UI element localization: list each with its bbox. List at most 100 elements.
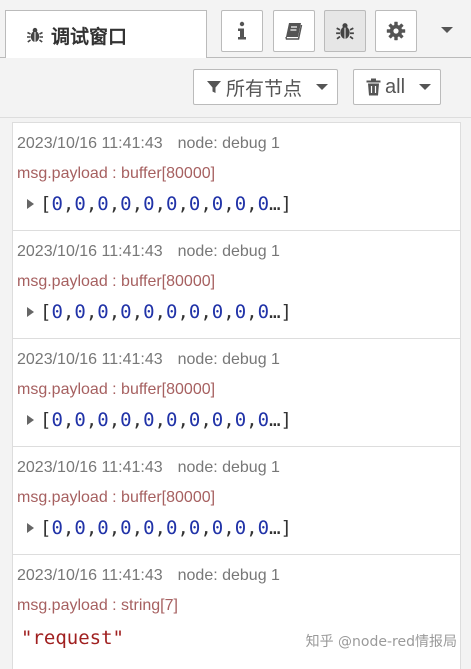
separator: , xyxy=(108,193,121,215)
separator: , xyxy=(108,301,121,323)
buffer-value: 0 xyxy=(165,409,178,431)
separator: , xyxy=(246,301,258,323)
payload-buffer[interactable]: [ 0, 0, 0, 0, 0, 0, 0, 0, 0, 0 … ] xyxy=(27,517,292,539)
message-node-link[interactable]: node: debug 1 xyxy=(178,459,280,476)
config-button[interactable] xyxy=(375,10,417,52)
bracket-open: [ xyxy=(40,193,52,215)
payload-buffer[interactable]: [ 0, 0, 0, 0, 0, 0, 0, 0, 0, 0 … ] xyxy=(27,409,292,431)
filter-icon xyxy=(206,79,222,95)
debug-message: 2023/10/16 11:41:43 node: debug 1 msg.payl… xyxy=(13,231,460,339)
separator: , xyxy=(85,193,98,215)
bracket-close: ] xyxy=(280,409,292,431)
buffer-value: 0 xyxy=(74,409,86,431)
buffer-value: 0 xyxy=(257,517,270,539)
ellipsis: … xyxy=(269,517,281,539)
message-meta: 2023/10/16 11:41:43 node: debug 1 xyxy=(17,135,280,153)
bug-icon xyxy=(335,21,355,41)
clear-label: all xyxy=(385,75,406,98)
separator: , xyxy=(131,193,144,215)
payload-buffer[interactable]: [ 0, 0, 0, 0, 0, 0, 0, 0, 0, 0 … ] xyxy=(27,301,292,323)
trash-icon xyxy=(366,78,381,96)
buffer-value: 0 xyxy=(234,301,247,323)
buffer-value: 0 xyxy=(97,409,109,431)
debug-button[interactable] xyxy=(324,10,366,52)
separator: , xyxy=(223,193,235,215)
tab-debug-label: 调试窗口 xyxy=(51,25,128,48)
tab-debug[interactable]: 调试窗口 xyxy=(5,10,207,59)
buffer-value: 0 xyxy=(211,409,224,431)
ellipsis: … xyxy=(269,301,281,323)
message-node-link[interactable]: node: debug 1 xyxy=(178,135,280,152)
separator: , xyxy=(200,301,212,323)
buffer-value: 0 xyxy=(165,193,178,215)
buffer-value: 0 xyxy=(120,193,132,215)
ellipsis: … xyxy=(269,409,281,431)
chevron-down-icon xyxy=(440,22,454,40)
buffer-value: 0 xyxy=(51,409,63,431)
separator: , xyxy=(223,517,235,539)
chevron-down-icon xyxy=(316,83,329,91)
separator: , xyxy=(223,301,235,323)
message-topic: msg.payload : buffer[80000] xyxy=(17,381,216,398)
buffer-value: 0 xyxy=(74,517,86,539)
message-topic: msg.payload : buffer[80000] xyxy=(17,273,216,290)
message-timestamp: 2023/10/16 11:41:43 xyxy=(17,351,163,368)
filter-dropdown[interactable]: 所有节点 xyxy=(193,69,338,105)
buffer-value: 0 xyxy=(74,193,86,215)
payload-buffer[interactable]: [ 0, 0, 0, 0, 0, 0, 0, 0, 0, 0 … ] xyxy=(27,193,292,215)
separator: , xyxy=(246,517,258,539)
expand-caret-icon[interactable] xyxy=(27,199,34,209)
separator: , xyxy=(154,301,166,323)
buffer-value: 0 xyxy=(97,193,109,215)
message-meta: 2023/10/16 11:41:43 node: debug 1 xyxy=(17,567,280,585)
filter-label: 所有节点 xyxy=(226,77,303,100)
buffer-value: 0 xyxy=(74,301,86,323)
separator: , xyxy=(154,409,166,431)
bracket-close: ] xyxy=(280,301,292,323)
separator: , xyxy=(131,517,144,539)
sidebar-header: 调试窗口 xyxy=(0,0,471,59)
message-topic: msg.payload : buffer[80000] xyxy=(17,489,216,506)
debug-toolbar: 所有节点 all xyxy=(0,58,471,118)
expand-caret-icon[interactable] xyxy=(27,523,34,533)
debug-message-list[interactable]: 2023/10/16 11:41:43 node: debug 1 msg.payl… xyxy=(0,118,471,669)
message-topic: msg.payload : buffer[80000] xyxy=(17,165,216,182)
clear-messages-button[interactable]: all xyxy=(353,69,441,105)
message-node-link[interactable]: node: debug 1 xyxy=(178,351,280,368)
separator: , xyxy=(200,193,212,215)
separator: , xyxy=(200,517,212,539)
buffer-value: 0 xyxy=(165,517,178,539)
sidebar-menu-button[interactable] xyxy=(428,10,466,52)
buffer-value: 0 xyxy=(51,517,63,539)
gear-icon xyxy=(386,21,406,41)
buffer-value: 0 xyxy=(188,517,201,539)
buffer-value: 0 xyxy=(165,301,178,323)
message-container: 2023/10/16 11:41:43 node: debug 1 msg.payl… xyxy=(12,122,461,669)
message-timestamp: 2023/10/16 11:41:43 xyxy=(17,135,163,152)
help-button[interactable] xyxy=(273,10,315,52)
ellipsis: … xyxy=(269,193,281,215)
message-node-link[interactable]: node: debug 1 xyxy=(178,567,280,584)
message-timestamp: 2023/10/16 11:41:43 xyxy=(17,243,163,260)
info-icon xyxy=(235,21,249,41)
buffer-value: 0 xyxy=(143,193,155,215)
separator: , xyxy=(154,517,166,539)
watermark: 知乎 @node-red情报局 xyxy=(305,634,457,650)
expand-caret-icon[interactable] xyxy=(27,307,34,317)
separator: , xyxy=(85,409,98,431)
buffer-value: 0 xyxy=(257,301,270,323)
buffer-value: 0 xyxy=(211,301,224,323)
separator: , xyxy=(246,409,258,431)
buffer-value: 0 xyxy=(211,517,224,539)
separator: , xyxy=(108,517,121,539)
message-meta: 2023/10/16 11:41:43 node: debug 1 xyxy=(17,243,280,261)
message-node-link[interactable]: node: debug 1 xyxy=(178,243,280,260)
buffer-value: 0 xyxy=(97,517,109,539)
expand-caret-icon[interactable] xyxy=(27,415,34,425)
buffer-value: 0 xyxy=(188,193,201,215)
separator: , xyxy=(154,193,166,215)
separator: , xyxy=(177,409,189,431)
info-button[interactable] xyxy=(221,10,263,52)
bracket-open: [ xyxy=(40,301,52,323)
buffer-value: 0 xyxy=(257,409,270,431)
